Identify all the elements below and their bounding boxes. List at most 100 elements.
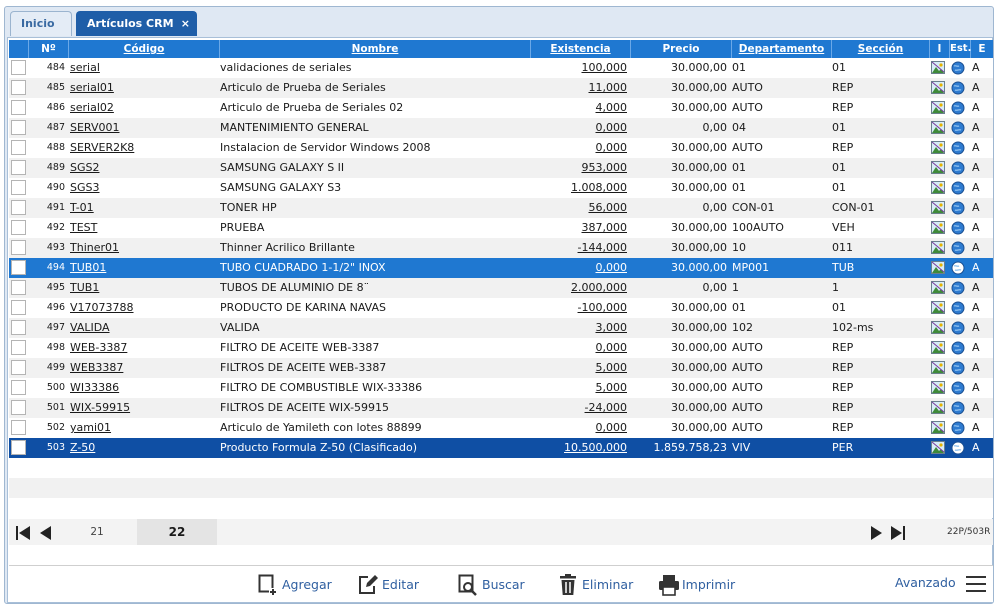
globe-icon[interactable]	[951, 61, 965, 75]
globe-icon[interactable]	[951, 261, 965, 275]
stock-link[interactable]: 10.500,000	[531, 438, 627, 458]
row-checkbox[interactable]	[11, 280, 26, 295]
row-checkbox[interactable]	[11, 440, 26, 455]
stock-link[interactable]: 953,000	[531, 158, 628, 178]
row-checkbox[interactable]	[11, 300, 26, 315]
row-checkbox[interactable]	[11, 100, 26, 115]
stock-link[interactable]: -144,000	[531, 238, 627, 258]
row-checkbox[interactable]	[11, 60, 26, 75]
stock-link[interactable]: 56,000	[531, 198, 628, 218]
article-code-link[interactable]: SGS3	[70, 178, 220, 198]
globe-icon[interactable]	[951, 421, 965, 435]
image-icon[interactable]	[931, 281, 945, 294]
globe-icon[interactable]	[951, 241, 965, 255]
image-icon[interactable]	[931, 361, 945, 374]
table-row[interactable]: 501 WIX-59915 FILTROS DE ACEITE WIX-59915 -…	[9, 398, 993, 418]
image-icon[interactable]	[931, 241, 945, 254]
table-row[interactable]: 494 TUB01 TUBO CUADRADO 1-1/2" INOX 0,000 30…	[9, 258, 993, 278]
table-row[interactable]: 496 V17073788 PRODUCTO DE KARINA NAVAS -100…	[9, 298, 993, 318]
image-icon[interactable]	[931, 441, 945, 454]
article-code-link[interactable]: T-01	[70, 198, 220, 218]
print-button[interactable]: Imprimir	[658, 574, 740, 596]
article-code-link[interactable]: SERV001	[70, 118, 220, 138]
advanced-button[interactable]: Avanzado	[895, 572, 956, 594]
globe-icon[interactable]	[951, 321, 965, 335]
article-code-link[interactable]: Thiner01	[70, 238, 220, 258]
article-code-link[interactable]: WEB-3387	[70, 338, 220, 358]
stock-link[interactable]: 2.000,000	[531, 278, 627, 298]
search-button[interactable]: Buscar	[458, 574, 536, 596]
globe-icon[interactable]	[951, 181, 965, 195]
image-icon[interactable]	[931, 81, 945, 94]
table-row[interactable]: 489 SGS2 SAMSUNG GALAXY S II 953,000 30.000,…	[9, 158, 993, 178]
current-page[interactable]: 22	[137, 519, 217, 545]
table-row[interactable]: 493 Thiner01 Thinner Acrilico Brillante -14…	[9, 238, 993, 258]
stock-link[interactable]: 0,000	[531, 258, 628, 278]
globe-icon[interactable]	[951, 401, 965, 415]
globe-icon[interactable]	[951, 81, 965, 95]
image-icon[interactable]	[931, 61, 945, 74]
globe-icon[interactable]	[951, 341, 965, 355]
table-row[interactable]: 492 TEST PRUEBA 387,000 30.000,00 100AUTO VEH A	[9, 218, 993, 238]
globe-icon[interactable]	[951, 301, 965, 315]
header-i[interactable]: I	[930, 40, 950, 58]
tab-inicio[interactable]: Inicio	[10, 11, 72, 36]
article-code-link[interactable]: V17073788	[70, 298, 220, 318]
article-code-link[interactable]: serial	[70, 58, 220, 78]
image-icon[interactable]	[931, 261, 945, 274]
table-row[interactable]: 484 serial validaciones de seriales 100,000…	[9, 58, 993, 78]
article-code-link[interactable]: WIX-59915	[70, 398, 220, 418]
stock-link[interactable]: 4,000	[531, 98, 628, 118]
row-checkbox[interactable]	[11, 80, 26, 95]
article-code-link[interactable]: serial01	[70, 78, 220, 98]
row-checkbox[interactable]	[11, 360, 26, 375]
row-checkbox[interactable]	[11, 340, 26, 355]
first-page-icon[interactable]	[15, 526, 31, 540]
row-checkbox[interactable]	[11, 420, 26, 435]
table-row[interactable]: 485 serial01 Articulo de Prueba de Seriale…	[9, 78, 993, 98]
prev-page-icon[interactable]	[39, 526, 53, 540]
image-icon[interactable]	[931, 141, 945, 154]
globe-icon[interactable]	[951, 161, 965, 175]
close-tab-icon[interactable]: ×	[181, 12, 190, 36]
stock-link[interactable]: 5,000	[531, 358, 628, 378]
globe-icon[interactable]	[951, 141, 965, 155]
article-code-link[interactable]: TEST	[70, 218, 220, 238]
globe-icon[interactable]	[951, 381, 965, 395]
edit-button[interactable]: Editar	[358, 574, 430, 596]
header-e[interactable]: E	[971, 40, 993, 58]
add-button[interactable]: Agregar	[258, 574, 338, 596]
image-icon[interactable]	[931, 341, 945, 354]
row-checkbox[interactable]	[11, 400, 26, 415]
row-checkbox[interactable]	[11, 260, 26, 275]
header-seccion[interactable]: Sección	[832, 40, 930, 58]
row-checkbox[interactable]	[11, 160, 26, 175]
table-row[interactable]: 486 serial02 Articulo de Prueba de Seriale…	[9, 98, 993, 118]
globe-icon[interactable]	[951, 201, 965, 215]
article-code-link[interactable]: serial02	[70, 98, 220, 118]
article-code-link[interactable]: Z-50	[70, 438, 220, 458]
stock-link[interactable]: 1.008,000	[531, 178, 627, 198]
row-checkbox[interactable]	[11, 380, 26, 395]
image-icon[interactable]	[931, 301, 945, 314]
table-row[interactable]: 499 WEB3387 FILTROS DE ACEITE WEB-3387 5,00…	[9, 358, 993, 378]
table-row[interactable]: 491 T-01 TONER HP 56,000 0,00 CON-01 CON-01 A	[9, 198, 993, 218]
article-code-link[interactable]: SGS2	[70, 158, 220, 178]
table-row[interactable]: 503 Z-50 Producto Formula Z-50 (Clasificad…	[9, 438, 993, 458]
delete-button[interactable]: Eliminar	[558, 574, 642, 596]
article-code-link[interactable]: TUB1	[70, 278, 220, 298]
header-code[interactable]: Código	[69, 40, 220, 58]
image-icon[interactable]	[931, 181, 945, 194]
image-icon[interactable]	[931, 321, 945, 334]
header-existencia[interactable]: Existencia	[531, 40, 631, 58]
article-code-link[interactable]: SERVER2K8	[70, 138, 220, 158]
table-row[interactable]: 488 SERVER2K8 Instalacion de Servidor Wind…	[9, 138, 993, 158]
globe-icon[interactable]	[951, 281, 965, 295]
stock-link[interactable]: 0,000	[531, 118, 628, 138]
article-code-link[interactable]: VALIDA	[70, 318, 220, 338]
row-checkbox[interactable]	[11, 140, 26, 155]
table-row[interactable]: 500 WI33386 FILTRO DE COMBUSTIBLE WIX-3338…	[9, 378, 993, 398]
stock-link[interactable]: 11,000	[531, 78, 628, 98]
globe-icon[interactable]	[951, 441, 965, 455]
row-checkbox[interactable]	[11, 240, 26, 255]
